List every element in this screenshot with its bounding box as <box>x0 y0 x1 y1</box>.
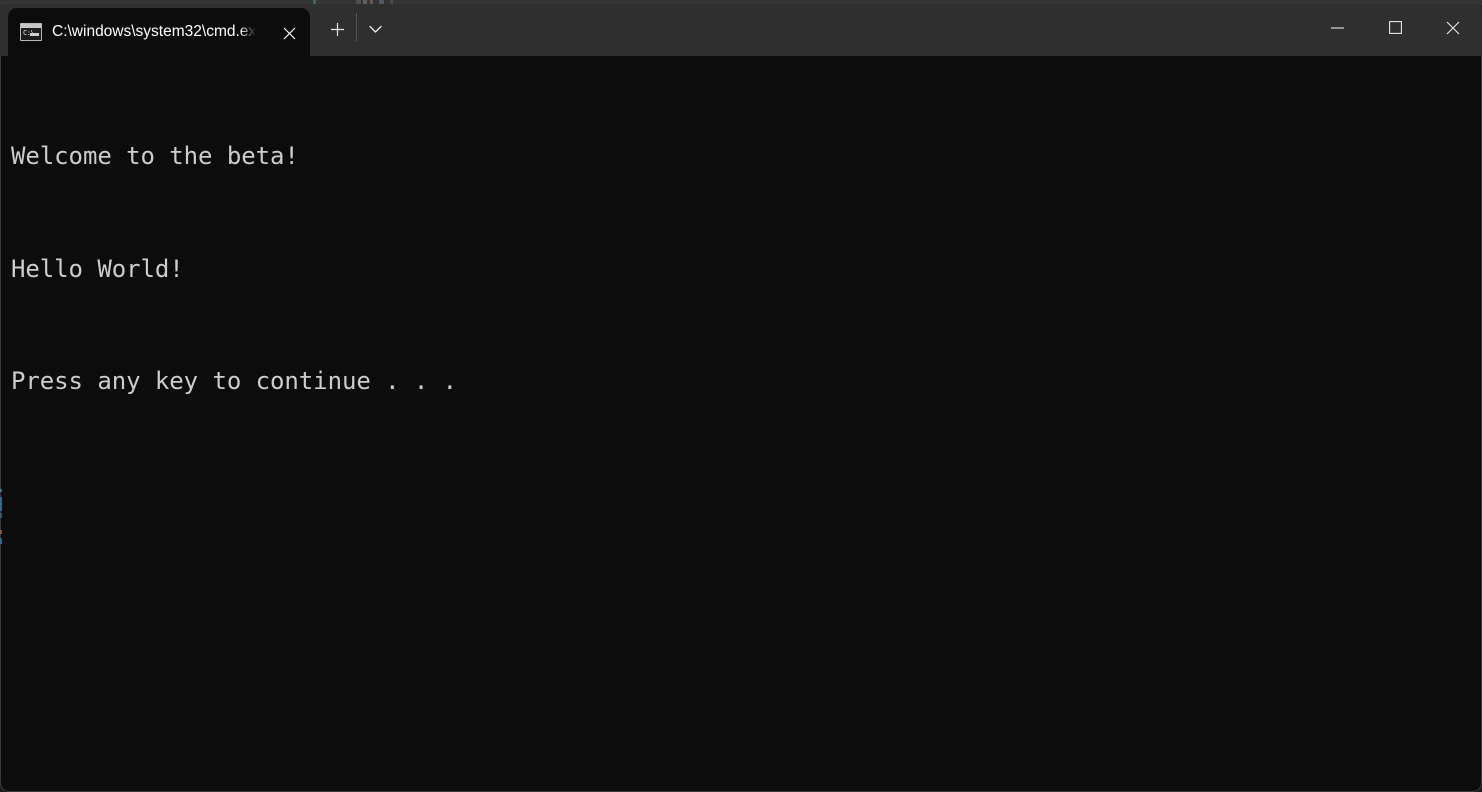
left-edge-fleck <box>0 513 2 518</box>
chevron-down-icon <box>368 25 382 33</box>
left-edge-fleck <box>0 538 2 544</box>
left-edge-fleck <box>0 489 2 492</box>
maximize-button[interactable] <box>1366 4 1424 51</box>
terminal-screen: Welcome to the beta! Hello World! Press … <box>11 63 1471 476</box>
terminal-line: Welcome to the beta! <box>11 142 299 170</box>
tab-title: C:\windows\system32\cmd.exe <box>52 23 258 40</box>
left-edge-fleck <box>0 530 2 534</box>
minimize-button[interactable] <box>1308 4 1366 51</box>
close-button[interactable] <box>1424 4 1482 51</box>
close-icon <box>1446 21 1460 34</box>
terminal-body[interactable]: Welcome to the beta! Hello World! Press … <box>0 56 1482 792</box>
tab-cmd-exe[interactable]: C:\ C:\windows\system32\cmd.exe <box>8 8 310 56</box>
cmd-prompt-icon: C:\ <box>20 23 42 41</box>
left-edge-fleck <box>0 497 2 511</box>
minimize-icon <box>1330 26 1344 29</box>
maximize-icon <box>1388 21 1402 34</box>
plus-icon <box>330 22 344 36</box>
tab-title-wrap: C:\windows\system32\cmd.exe <box>52 8 258 56</box>
tab-close-button[interactable] <box>276 20 302 46</box>
terminal-line: Press any key to continue . . . <box>11 367 458 395</box>
new-tab-button[interactable] <box>322 14 352 44</box>
terminal-line: Hello World! <box>11 254 184 283</box>
window-controls <box>1308 4 1482 51</box>
tab-dropdown-button[interactable] <box>361 15 389 43</box>
terminal-window: C:\ C:\windows\system32\cmd.exe Welcome … <box>0 0 1482 792</box>
close-icon <box>283 27 295 39</box>
tabstrip-separator <box>356 13 357 41</box>
